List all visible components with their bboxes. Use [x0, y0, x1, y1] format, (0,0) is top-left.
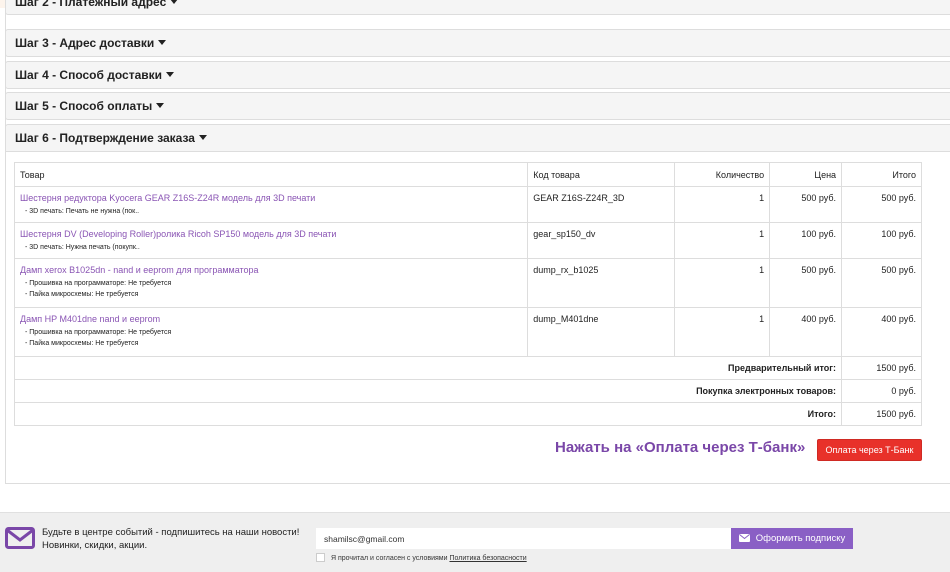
subtotal-value: 1500 руб. — [841, 356, 922, 380]
consent-row: Я прочитал и согласен с условиями Полити… — [316, 553, 527, 562]
step-3-label: Шаг 3 - Адрес доставки — [15, 36, 155, 50]
newsletter-footer: Будьте в центре событий - подпишитесь на… — [0, 512, 950, 572]
digital-goods-row: Покупка электронных товаров: 0 руб. — [13, 379, 922, 403]
col-code: Код товара — [527, 162, 676, 187]
pay-tbank-button[interactable]: Оплата через Т-Банк — [817, 439, 922, 461]
step-4-header[interactable]: Шаг 4 - Способ доставки — [5, 61, 950, 89]
email-field[interactable] — [316, 528, 731, 549]
table-row: Дамп HP M401dne nand и eeprom - Прошивка… — [13, 307, 922, 357]
newsletter-line-1: Будьте в центре событий - подпишитесь на… — [42, 527, 300, 538]
product-option: - Прошивка на программаторе: Не требуетс… — [25, 280, 172, 287]
product-code: GEAR Z16S-Z24R_3D — [527, 186, 676, 223]
product-qty: 1 — [674, 307, 771, 357]
col-product: Товар — [13, 162, 529, 187]
product-price: 100 руб. — [769, 222, 843, 259]
grand-total-row: Итого: 1500 руб. — [13, 402, 922, 426]
product-link[interactable]: Шестерня редуктора Kyocera GEAR Z16S-Z24… — [20, 193, 522, 203]
mail-icon — [5, 527, 35, 549]
col-total: Итого — [841, 162, 922, 187]
subscribe-button[interactable]: Оформить подписку — [731, 528, 853, 549]
product-total: 400 руб. — [841, 307, 922, 357]
product-link[interactable]: Шестерня DV (Developing Roller)ролика Ri… — [20, 229, 522, 239]
subtotal-label: Предварительный итог: — [13, 356, 843, 380]
product-total: 500 руб. — [841, 186, 922, 223]
consent-text: Я прочитал и согласен с условиями — [331, 555, 448, 562]
col-price: Цена — [769, 162, 843, 187]
product-price: 500 руб. — [769, 186, 843, 223]
product-qty: 1 — [674, 258, 771, 308]
product-code: dump_rx_b1025 — [527, 258, 676, 308]
product-link[interactable]: Дамп HP M401dne nand и eeprom — [20, 314, 522, 324]
caret-down-icon — [166, 72, 175, 77]
step-2-label: Шаг 2 - Платежный адрес — [15, 0, 167, 9]
product-link[interactable]: Дамп xerox B1025dn - nand и eeprom для п… — [20, 265, 522, 275]
product-total: 500 руб. — [841, 258, 922, 308]
caret-down-icon — [156, 103, 165, 108]
digital-goods-label: Покупка электронных товаров: — [13, 379, 843, 403]
step-5-label: Шаг 5 - Способ оплаты — [15, 99, 153, 113]
subtotal-row: Предварительный итог: 1500 руб. — [13, 356, 922, 380]
order-table: Товар Код товара Количество Цена Итого Ш… — [13, 162, 922, 426]
product-option: - 3D печать: Нужна печать (покупк.. — [25, 244, 140, 251]
grand-total-label: Итого: — [13, 402, 843, 426]
digital-goods-value: 0 руб. — [841, 379, 922, 403]
table-row: Дамп xerox B1025dn - nand и eeprom для п… — [13, 258, 922, 308]
product-option: - Пайка микросхемы: Не требуется — [25, 340, 139, 347]
caret-down-icon — [198, 135, 207, 140]
product-price: 500 руб. — [769, 258, 843, 308]
product-option: - Прошивка на программаторе: Не требуетс… — [25, 329, 172, 336]
step-2-header[interactable]: Шаг 2 - Платежный адрес — [5, 0, 950, 15]
step-6-header[interactable]: Шаг 6 - Подтверждение заказа — [5, 124, 950, 152]
caret-down-icon — [170, 0, 179, 4]
step-3-header[interactable]: Шаг 3 - Адрес доставки — [5, 29, 950, 57]
payment-hint: Нажать на «Оплата через Т-банк» — [555, 439, 806, 456]
step-4-label: Шаг 4 - Способ доставки — [15, 68, 163, 82]
product-option: - Пайка микросхемы: Не требуется — [25, 291, 139, 298]
product-code: dump_M401dne — [527, 307, 676, 357]
newsletter-text: Будьте в центре событий - подпишитесь на… — [42, 526, 299, 552]
table-header-row: Товар Код товара Количество Цена Итого — [13, 162, 922, 187]
table-row: Шестерня редуктора Kyocera GEAR Z16S-Z24… — [13, 186, 922, 223]
product-price: 400 руб. — [769, 307, 843, 357]
product-qty: 1 — [674, 222, 771, 259]
envelope-icon — [738, 534, 750, 542]
step-5-header[interactable]: Шаг 5 - Способ оплаты — [5, 92, 950, 120]
newsletter-line-2: Новинки, скидки, акции. — [42, 540, 148, 551]
col-qty: Количество — [674, 162, 771, 187]
grand-total-value: 1500 руб. — [841, 402, 922, 426]
step-6-label: Шаг 6 - Подтверждение заказа — [15, 131, 195, 145]
table-row: Шестерня DV (Developing Roller)ролика Ri… — [13, 222, 922, 259]
privacy-policy-link[interactable]: Политика безопасности — [449, 555, 526, 562]
subscribe-label: Оформить подписку — [755, 533, 846, 544]
consent-checkbox[interactable] — [316, 553, 325, 562]
caret-down-icon — [158, 40, 167, 45]
product-qty: 1 — [674, 186, 771, 223]
product-code: gear_sp150_dv — [527, 222, 676, 259]
product-total: 100 руб. — [841, 222, 922, 259]
product-option: - 3D печать: Печать не нужна (пок.. — [25, 208, 140, 215]
